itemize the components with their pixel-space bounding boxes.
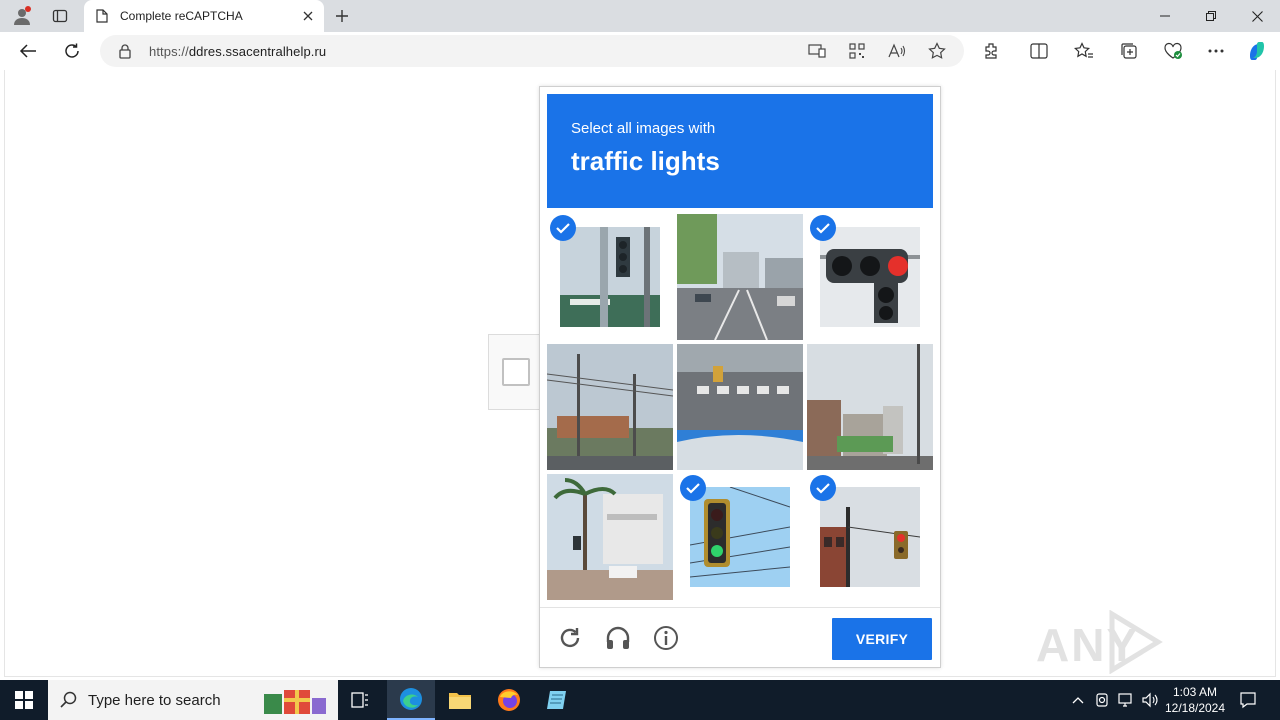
app-available-icon[interactable] xyxy=(806,40,828,62)
address-bar[interactable]: https://ddres.ssacentralhelp.ru xyxy=(100,35,964,67)
clock-date: 12/18/2024 xyxy=(1164,701,1226,715)
captcha-tile-r2-c2[interactable] xyxy=(677,344,803,470)
read-aloud-icon[interactable] xyxy=(886,40,908,62)
close-window-icon[interactable] xyxy=(1234,0,1280,32)
windows-logo-icon xyxy=(15,691,33,709)
selected-check-icon xyxy=(810,215,836,241)
minimize-icon[interactable] xyxy=(1142,0,1188,32)
recaptcha-anchor xyxy=(488,334,540,410)
qr-code-icon[interactable] xyxy=(846,40,868,62)
taskbar-search[interactable]: Type here to search xyxy=(48,680,338,720)
recaptcha-checkbox[interactable] xyxy=(502,358,530,386)
reload-icon[interactable] xyxy=(556,624,584,652)
verify-button[interactable]: VERIFY xyxy=(832,618,932,660)
reload-page-icon[interactable] xyxy=(58,37,86,65)
clock-time: 1:03 AM xyxy=(1172,685,1218,699)
headphones-icon[interactable] xyxy=(604,624,632,652)
system-clock[interactable]: 1:03 AM 12/18/2024 xyxy=(1158,684,1232,716)
search-icon xyxy=(60,691,78,714)
captcha-challenge: Select all images with traffic lights VE… xyxy=(539,86,941,668)
collections-icon[interactable] xyxy=(1117,39,1141,63)
notepad-icon[interactable] xyxy=(534,680,582,720)
url-text: https://ddres.ssacentralhelp.ru xyxy=(149,44,326,59)
selected-check-icon xyxy=(680,475,706,501)
volume-icon[interactable] xyxy=(1140,690,1160,710)
tab-active[interactable]: Complete reCAPTCHA xyxy=(84,0,324,32)
profile-icon[interactable] xyxy=(10,4,34,28)
notifications-icon[interactable] xyxy=(1238,690,1258,710)
selected-check-icon xyxy=(810,475,836,501)
taskbar: Type here to search 1:03 AM 12/18/2024 xyxy=(0,680,1280,720)
task-view-icon[interactable] xyxy=(336,680,384,720)
tab-close-icon[interactable] xyxy=(298,6,318,26)
lock-icon[interactable] xyxy=(114,40,136,62)
network-icon[interactable] xyxy=(1116,690,1136,710)
tab-title: Complete reCAPTCHA xyxy=(120,9,243,23)
start-button[interactable] xyxy=(0,680,48,720)
firefox-icon[interactable] xyxy=(485,680,533,720)
selected-check-icon xyxy=(550,215,576,241)
captcha-tile-r2-c3[interactable] xyxy=(807,344,933,470)
favorite-star-icon[interactable] xyxy=(926,40,948,62)
url-host: ddres.ssacentralhelp.ru xyxy=(188,44,327,59)
more-options-icon[interactable] xyxy=(1204,39,1228,63)
captcha-prompt: Select all images with xyxy=(571,120,716,137)
tab-bar: Complete reCAPTCHA xyxy=(0,0,1280,32)
show-hidden-icons[interactable] xyxy=(1068,690,1088,710)
edge-taskbar-icon[interactable] xyxy=(387,680,435,720)
browser-essentials-icon[interactable] xyxy=(1161,39,1185,63)
captcha-footer: VERIFY xyxy=(540,607,940,667)
page-icon xyxy=(96,9,108,28)
favorites-icon[interactable] xyxy=(1072,39,1096,63)
captcha-tile-r3-c1[interactable] xyxy=(547,474,673,600)
file-explorer-icon[interactable] xyxy=(436,680,484,720)
copilot-icon[interactable] xyxy=(1245,39,1269,63)
watermark: ANY RUN xyxy=(1036,610,1236,720)
split-screen-icon[interactable] xyxy=(1027,39,1051,63)
captcha-target: traffic lights xyxy=(571,146,720,176)
restore-icon[interactable] xyxy=(1188,0,1234,32)
captcha-header: Select all images with traffic lights xyxy=(547,94,933,208)
url-scheme: https:// xyxy=(149,44,189,59)
browser-toolbar: https://ddres.ssacentralhelp.ru xyxy=(0,32,1280,70)
tab-actions-icon[interactable] xyxy=(48,4,72,28)
extensions-icon[interactable] xyxy=(979,39,1003,63)
gift-icon xyxy=(262,684,328,720)
captcha-tile-r2-c1[interactable] xyxy=(547,344,673,470)
back-icon[interactable] xyxy=(14,37,42,65)
captcha-tile-r1-c2[interactable] xyxy=(677,214,803,340)
new-tab-icon[interactable] xyxy=(330,4,354,28)
info-icon[interactable] xyxy=(652,624,680,652)
search-placeholder: Type here to search xyxy=(88,692,221,709)
onedrive-icon[interactable] xyxy=(1092,690,1112,710)
